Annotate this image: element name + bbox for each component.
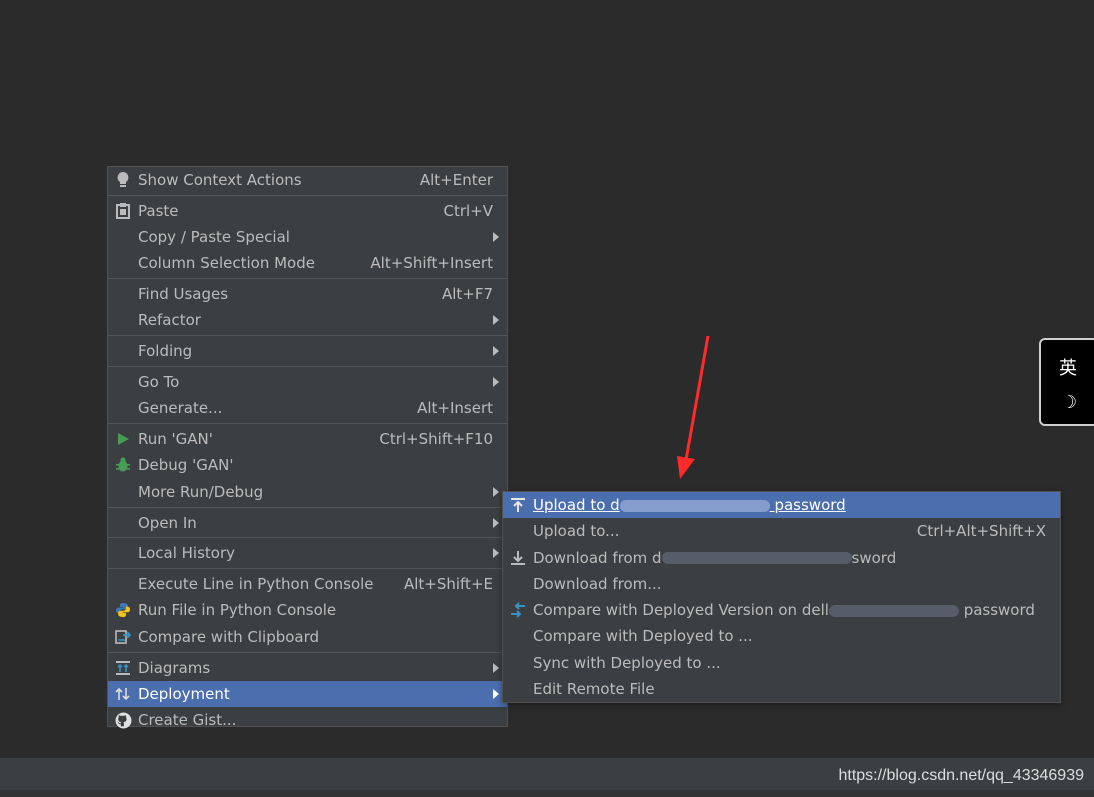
- annotation-arrow: [677, 335, 710, 479]
